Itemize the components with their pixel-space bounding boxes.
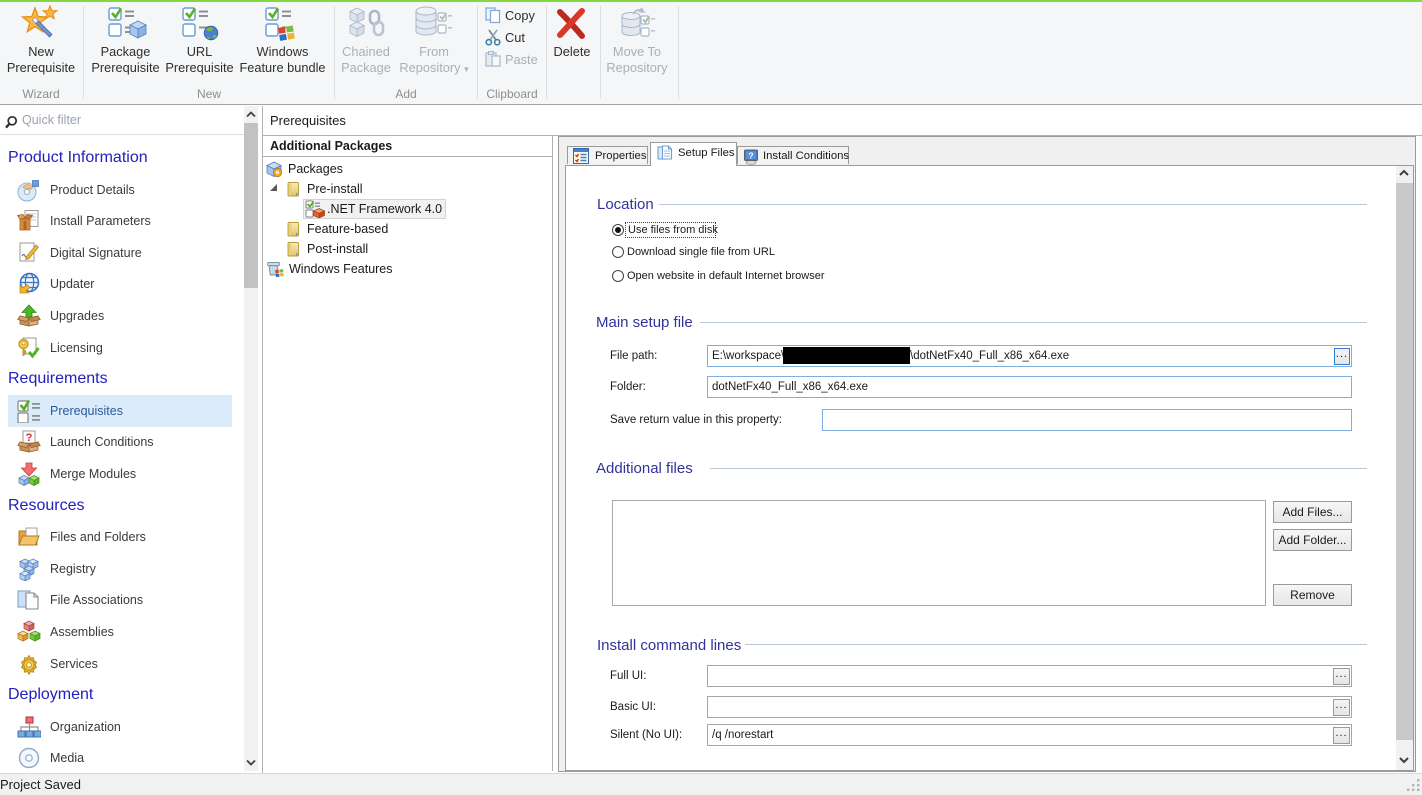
svg-text:?: ? [26,432,33,444]
svg-text:?: ? [748,151,753,161]
